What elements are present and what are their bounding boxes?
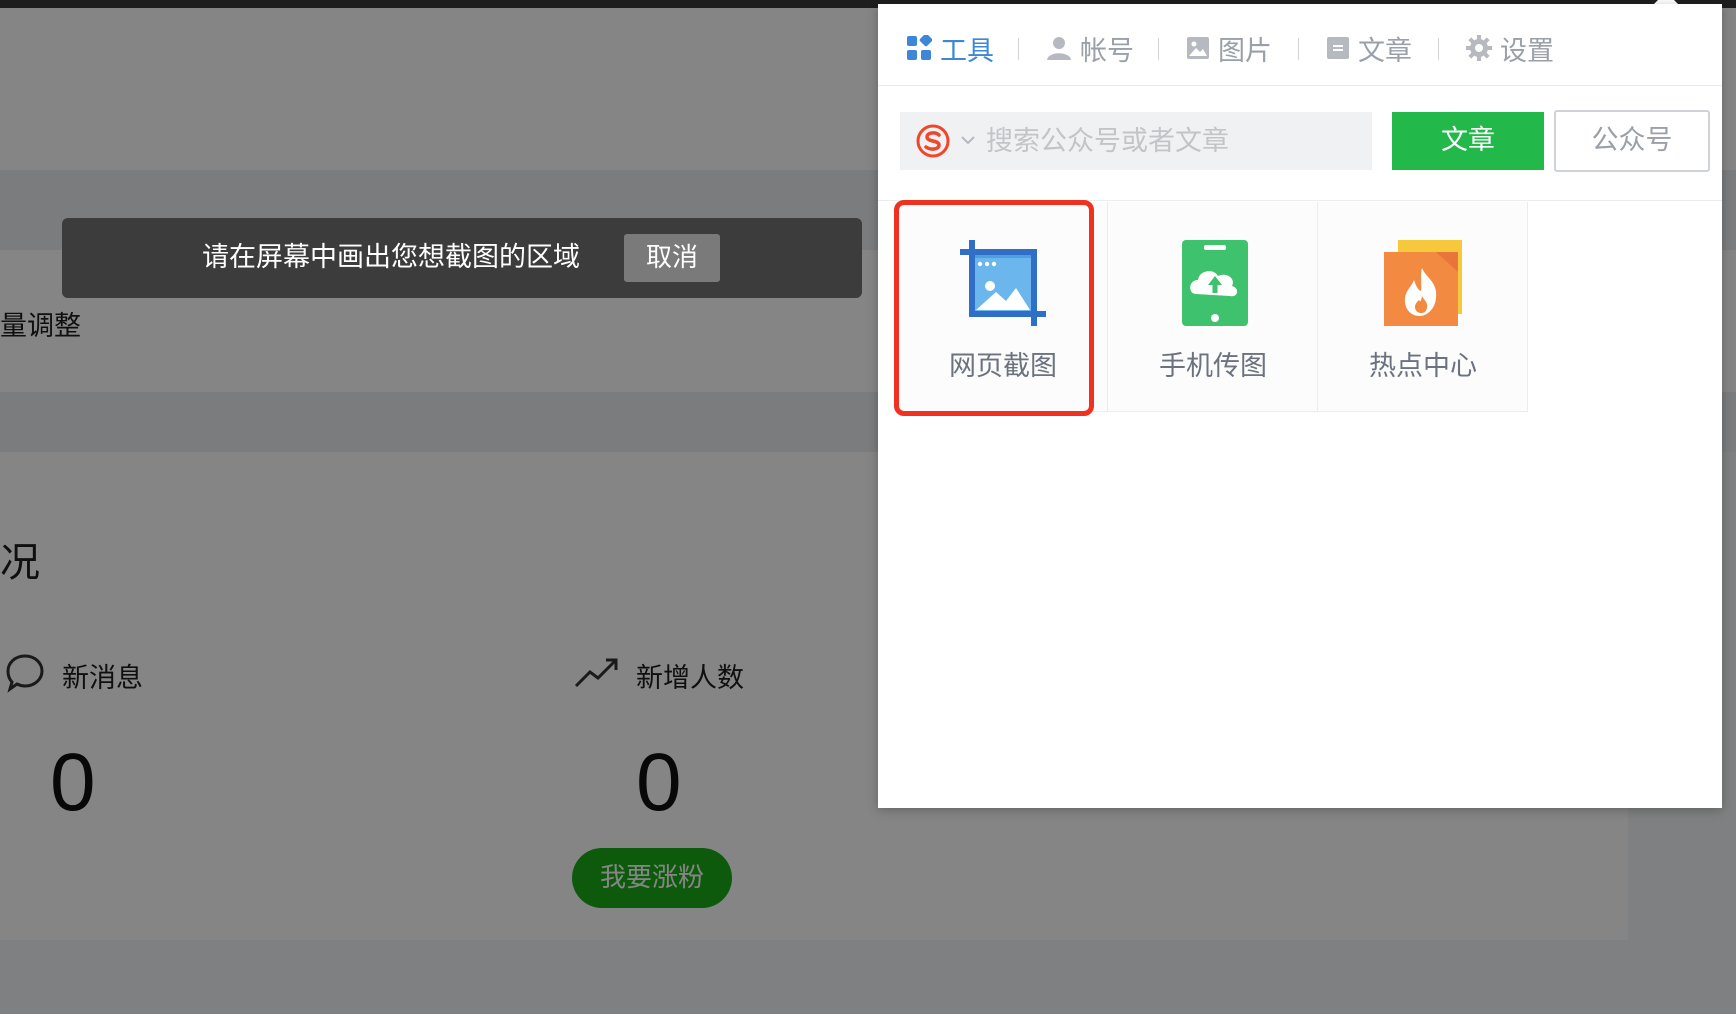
tab-separator xyxy=(1158,38,1159,60)
tab-separator xyxy=(1018,38,1019,60)
tab-settings[interactable]: 设置 xyxy=(1466,28,1554,68)
search-accounts-button[interactable]: 公众号 xyxy=(1554,110,1710,172)
screenshot-crop-icon xyxy=(960,240,1046,326)
tools-popup-panel: 工具 帐号 图片 文章 设置 搜索公众号或者文章 文章 公众号 网页截图 手机传… xyxy=(878,4,1722,808)
gear-icon xyxy=(1466,35,1492,61)
panel-tabs: 工具 帐号 图片 文章 设置 xyxy=(878,4,1722,86)
tab-articles-label: 文章 xyxy=(1358,35,1412,67)
tool-webpage-screenshot[interactable]: 网页截图 xyxy=(898,202,1108,412)
search-input[interactable] xyxy=(986,118,1366,164)
search-box xyxy=(900,112,1372,170)
sogou-logo-icon[interactable] xyxy=(916,124,950,158)
tool-label: 手机传图 xyxy=(1159,351,1267,382)
tab-images[interactable]: 图片 xyxy=(1186,28,1272,68)
tool-label: 网页截图 xyxy=(949,351,1057,382)
tab-account-label: 帐号 xyxy=(1080,35,1134,67)
tool-label: 热点中心 xyxy=(1369,351,1477,382)
tab-settings-label: 设置 xyxy=(1500,35,1554,67)
capture-prompt-bar: 请在屏幕中画出您想截图的区域 取消 xyxy=(62,218,862,298)
tool-phone-upload[interactable]: 手机传图 xyxy=(1108,202,1318,412)
article-icon xyxy=(1327,37,1349,59)
search-row: 文章 公众号 xyxy=(900,110,1710,174)
tab-tools-label: 工具 xyxy=(940,35,994,67)
tab-tools[interactable]: 工具 xyxy=(906,28,994,68)
tab-separator xyxy=(1438,38,1439,60)
screen: 量调整 况 新消息 0 新增人数 0 我要涨粉 请在屏幕中画出您想截图的区域 取… xyxy=(0,0,1736,1014)
grid-icon xyxy=(907,35,932,60)
tab-separator xyxy=(1298,38,1299,60)
hot-topic-fire-icon xyxy=(1384,240,1462,326)
tab-articles[interactable]: 文章 xyxy=(1326,28,1412,68)
tool-hot-topics[interactable]: 热点中心 xyxy=(1318,202,1528,412)
cancel-capture-button[interactable]: 取消 xyxy=(624,234,720,282)
search-articles-button[interactable]: 文章 xyxy=(1392,112,1544,170)
phone-upload-icon xyxy=(1182,240,1248,326)
user-icon xyxy=(1047,37,1071,60)
image-icon xyxy=(1187,37,1209,59)
tool-grid: 网页截图 手机传图 热点中心 xyxy=(898,202,1528,412)
tab-images-label: 图片 xyxy=(1218,35,1272,67)
divider xyxy=(878,200,1722,201)
chevron-down-icon[interactable] xyxy=(960,134,976,146)
capture-prompt-message: 请在屏幕中画出您想截图的区域 xyxy=(202,242,580,273)
tab-account[interactable]: 帐号 xyxy=(1046,28,1134,68)
